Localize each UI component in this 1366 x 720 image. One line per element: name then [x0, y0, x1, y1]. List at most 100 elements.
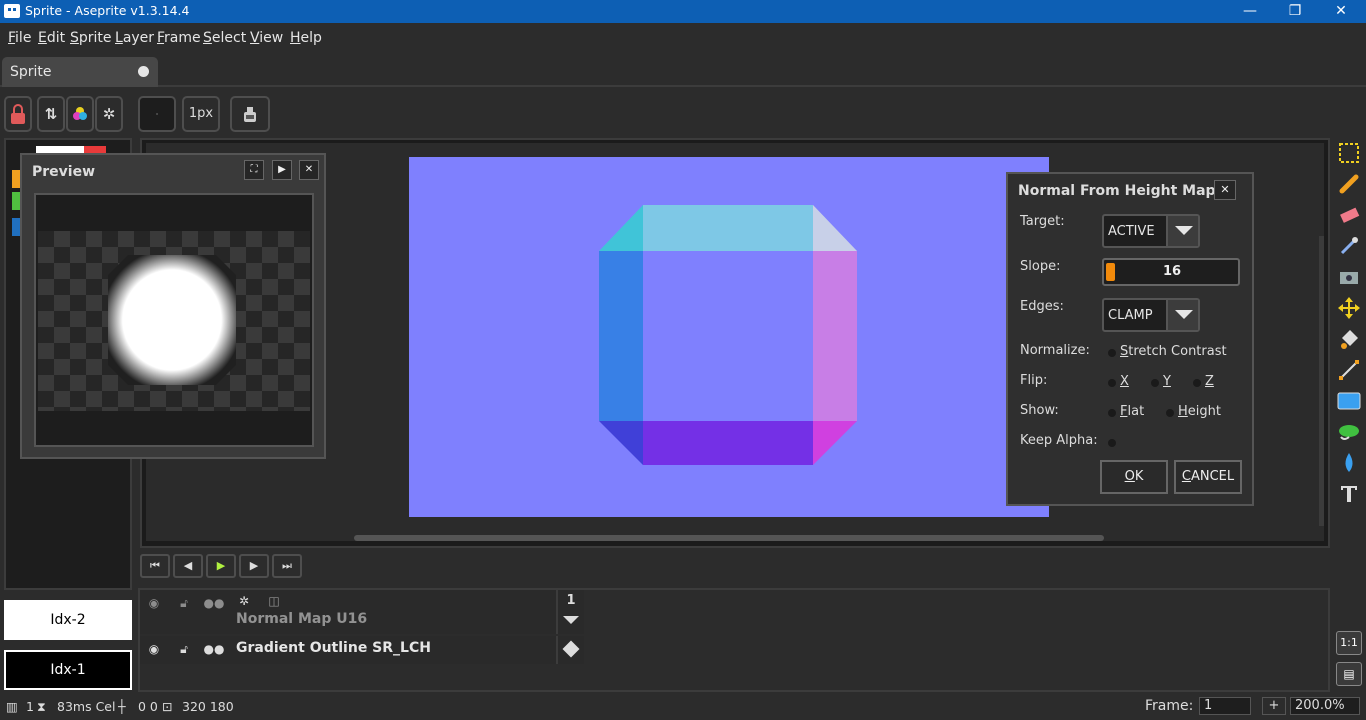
show-height-option[interactable]: Height: [1178, 404, 1221, 419]
eraser-tool-button[interactable]: [1336, 202, 1362, 228]
edges-dropdown[interactable]: CLAMP: [1102, 298, 1200, 332]
preview-heightmap-image: [108, 255, 236, 385]
flip-x-option[interactable]: X: [1120, 374, 1129, 389]
marquee-tool-button[interactable]: [1336, 140, 1362, 166]
show-flat-option[interactable]: Flat: [1120, 404, 1144, 419]
edges-label: Edges:: [1020, 299, 1064, 314]
ok-button[interactable]: OK: [1100, 460, 1168, 494]
flip-z-checkbox[interactable]: [1193, 379, 1201, 387]
maximize-button[interactable]: ❐: [1272, 0, 1318, 23]
hourglass-icon: ⧗: [37, 699, 46, 714]
first-frame-button[interactable]: ⏮: [140, 554, 170, 578]
layer-row[interactable]: ◉ 🔓︎ ●● Gradient Outline SR_LCH: [140, 636, 556, 664]
preview-fit-button[interactable]: ⛶: [244, 160, 264, 180]
eye-icon[interactable]: ◉: [142, 592, 166, 616]
dialog-title: Normal From Height Map: [1018, 183, 1216, 199]
status-frame-number: 1: [26, 699, 34, 714]
flip-z-option[interactable]: Z: [1205, 374, 1214, 389]
unlock-icon[interactable]: 🔓︎: [172, 592, 196, 616]
curve-tool-button[interactable]: [1336, 419, 1362, 445]
preview-play-button[interactable]: ▶: [272, 160, 292, 180]
pencil-icon: [1339, 174, 1359, 194]
chevron-down-icon[interactable]: [1166, 216, 1198, 246]
next-frame-button[interactable]: ▶: [239, 554, 269, 578]
continuous-icon[interactable]: ●●: [202, 638, 226, 662]
flip-label: Flip:: [1020, 373, 1048, 388]
menu-help[interactable]: Help: [290, 30, 322, 46]
settings-button[interactable]: ✲: [95, 96, 123, 132]
ink-button[interactable]: [230, 96, 270, 132]
timeline-toggle-button[interactable]: ▤: [1336, 662, 1362, 686]
slope-slider[interactable]: 16: [1102, 258, 1240, 286]
close-button[interactable]: ✕: [1318, 0, 1364, 23]
rectangle-tool-button[interactable]: [1336, 388, 1362, 414]
minimize-button[interactable]: —: [1227, 0, 1273, 23]
unsaved-dot-icon[interactable]: [138, 66, 149, 77]
color-mode-button[interactable]: [66, 96, 94, 132]
last-frame-button[interactable]: ⏭: [272, 554, 302, 578]
tab-sprite[interactable]: Sprite: [2, 57, 158, 87]
unlock-icon[interactable]: 🔓︎: [172, 638, 196, 662]
show-height-radio[interactable]: [1166, 409, 1174, 417]
gear-icon[interactable]: ✲: [232, 590, 256, 614]
menu-view[interactable]: View: [250, 30, 283, 46]
vertical-scrollbar[interactable]: [1319, 236, 1324, 526]
text-tool-button[interactable]: [1336, 481, 1362, 507]
preview-canvas[interactable]: [34, 193, 314, 447]
blur-tool-button[interactable]: [1336, 450, 1362, 476]
menu-sprite[interactable]: Sprite: [70, 30, 112, 46]
brush-type-button[interactable]: ·: [138, 96, 176, 132]
keep-alpha-checkbox[interactable]: [1108, 439, 1116, 447]
layer-name[interactable]: Gradient Outline SR_LCH: [236, 640, 431, 656]
paint-bucket-tool-button[interactable]: [1336, 326, 1362, 352]
background-color-box[interactable]: Idx-1: [4, 650, 132, 690]
zoom-reset-button[interactable]: 1:1: [1336, 631, 1362, 655]
add-frame-button[interactable]: +: [1262, 697, 1286, 715]
camera-icon: [1340, 272, 1358, 284]
step-forward-icon: ▶: [249, 559, 259, 572]
eyedropper-tool-button[interactable]: [1336, 233, 1362, 259]
play-icon: ▶: [216, 559, 226, 572]
swap-colors-button[interactable]: ⇅: [37, 96, 65, 132]
layer-panel-icon[interactable]: ◫: [262, 590, 286, 614]
prev-frame-button[interactable]: ◀: [173, 554, 203, 578]
camera-tool-button[interactable]: [1336, 264, 1362, 290]
window-title: Sprite - Aseprite v1.3.14.4: [25, 3, 190, 18]
water-drop-icon: [1345, 453, 1353, 472]
layer-row[interactable]: ◉ 🔓︎ ●● Normal Map U16: [140, 590, 556, 634]
continuous-icon[interactable]: ●●: [202, 592, 226, 616]
ink-bottle-icon: [244, 107, 256, 122]
frame-input[interactable]: 1: [1199, 697, 1251, 715]
cel[interactable]: [556, 636, 584, 664]
menu-layer[interactable]: Layer: [115, 30, 154, 46]
brush-size-button[interactable]: 1px: [182, 96, 220, 132]
dialog-close-button[interactable]: ✕: [1214, 180, 1236, 200]
zoom-input[interactable]: 200.0%: [1290, 697, 1360, 715]
move-tool-button[interactable]: [1336, 295, 1362, 321]
cancel-button[interactable]: CANCEL: [1174, 460, 1242, 494]
stretch-contrast-option[interactable]: Stretch Contrast: [1120, 344, 1227, 359]
chevron-down-icon[interactable]: [1166, 300, 1198, 330]
lock-alpha-button[interactable]: [4, 96, 32, 132]
eye-icon[interactable]: ◉: [142, 638, 166, 662]
play-button[interactable]: ▶: [206, 554, 236, 578]
menu-file[interactable]: File: [8, 30, 31, 46]
show-flat-radio[interactable]: [1108, 409, 1116, 417]
flip-x-checkbox[interactable]: [1108, 379, 1116, 387]
stretch-contrast-checkbox[interactable]: [1108, 349, 1116, 357]
flip-y-checkbox[interactable]: [1151, 379, 1159, 387]
menu-frame[interactable]: Frame: [157, 30, 201, 46]
preview-close-button[interactable]: ✕: [299, 160, 319, 180]
eyedropper-icon: [1340, 237, 1358, 255]
horizontal-scrollbar[interactable]: [354, 535, 1104, 541]
menu-select[interactable]: Select: [203, 30, 246, 46]
line-tool-button[interactable]: [1336, 357, 1362, 383]
target-dropdown[interactable]: ACTIVE: [1102, 214, 1200, 248]
status-position: 0 0: [138, 699, 158, 714]
pencil-tool-button[interactable]: [1336, 171, 1362, 197]
foreground-color-box[interactable]: Idx-2: [4, 600, 132, 640]
frame-header[interactable]: 1: [556, 590, 584, 634]
menu-edit[interactable]: Edit: [38, 30, 65, 46]
sprite-canvas[interactable]: [409, 157, 1049, 517]
flip-y-option[interactable]: Y: [1163, 374, 1171, 389]
